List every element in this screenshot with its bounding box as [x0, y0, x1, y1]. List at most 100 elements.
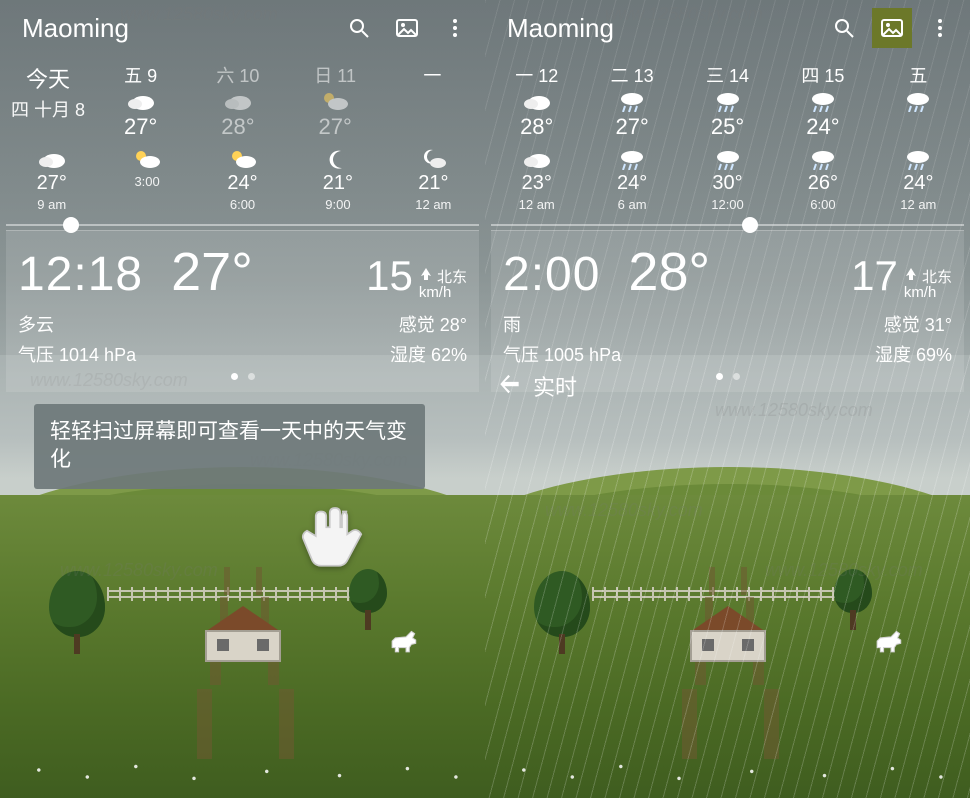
- weather-icon: [418, 148, 448, 170]
- app-bar: Maoming: [0, 0, 485, 56]
- horse: [868, 624, 912, 654]
- day-temp: 27°: [124, 114, 157, 140]
- more-button[interactable]: [920, 8, 960, 48]
- day-temp: 27°: [615, 114, 648, 140]
- wind-speed: 15: [366, 252, 413, 300]
- hour-temp: 24°: [227, 172, 257, 195]
- day-temp: 28°: [520, 114, 553, 140]
- horse: [383, 624, 427, 654]
- current-card[interactable]: 12:18 27° 15 北东 km/h 多云 感觉 28° 气压 1014 h…: [6, 230, 479, 392]
- current-time: 2:00: [503, 247, 600, 302]
- back-realtime[interactable]: 实时: [497, 370, 577, 402]
- day-column[interactable]: 五: [871, 62, 966, 144]
- hint-tooltip: 轻轻扫过屏幕即可查看一天中的天气变化: [34, 404, 425, 489]
- hour-label: 6:00: [810, 197, 835, 212]
- day-column[interactable]: 三 1425°: [680, 62, 775, 144]
- hour-temp: 27°: [37, 172, 67, 195]
- condition-text: 雨: [503, 311, 521, 337]
- wind-arrow-icon: [904, 266, 918, 280]
- day-column[interactable]: 一: [384, 62, 481, 144]
- hour-column[interactable]: 24° 12 am: [871, 148, 966, 222]
- hour-temp: 24°: [903, 172, 933, 195]
- hour-label: 12 am: [900, 197, 936, 212]
- tree: [834, 569, 872, 630]
- daily-forecast[interactable]: 今天 四 十月 8 五 9 27° 六 1028° 日 11 27° 一: [0, 56, 485, 144]
- day-column[interactable]: 日 11 27°: [287, 62, 384, 144]
- scenery-button[interactable]: [872, 8, 912, 48]
- weather-icon: [713, 90, 743, 112]
- weather-icon: [808, 148, 838, 170]
- wind-speed: 17: [851, 252, 898, 300]
- humidity-value: 69%: [916, 345, 952, 365]
- hour-label: 12 am: [519, 197, 555, 212]
- hour-column[interactable]: 3:00: [99, 148, 194, 222]
- wind-unit: km/h: [904, 284, 937, 301]
- more-button[interactable]: [435, 8, 475, 48]
- hour-temp: 21°: [418, 172, 448, 195]
- app-bar: Maoming: [485, 0, 970, 56]
- tree: [49, 571, 105, 654]
- today-label: 今天: [4, 62, 92, 94]
- hour-column[interactable]: 21°9:00: [290, 148, 385, 222]
- day-column[interactable]: 五 9 27°: [92, 62, 189, 144]
- search-button[interactable]: [339, 8, 379, 48]
- pressure-value: 1005 hPa: [544, 345, 621, 365]
- wind-block: 15 北东 km/h: [366, 252, 467, 300]
- hour-label: 6 am: [618, 197, 647, 212]
- hour-temp: 21°: [323, 172, 353, 195]
- today-date: 四 十月 8: [4, 96, 92, 122]
- weather-icon: [903, 148, 933, 170]
- today-block[interactable]: 今天 四 十月 8: [4, 62, 92, 144]
- right-screen: www.12580sky.com www.12580sky.com www.12…: [485, 0, 970, 798]
- weather-icon: [903, 90, 933, 112]
- hour-temp: 23°: [522, 172, 552, 195]
- hour-label: 9 am: [37, 197, 66, 212]
- daily-forecast[interactable]: 一 1228°二 1327°三 1425°四 1524°五: [485, 56, 970, 144]
- time-scrubber[interactable]: [491, 224, 964, 226]
- day-temp: 25°: [711, 114, 744, 140]
- hour-label: 6:00: [230, 197, 255, 212]
- day-label: 日 11: [314, 62, 356, 88]
- left-screen: www.12580sky.com www.12580sky.com www.12…: [0, 0, 485, 798]
- scenery-button[interactable]: [387, 8, 427, 48]
- hourly-forecast[interactable]: 27°9 am3:0024°6:0021°9:0021°12 am: [0, 144, 485, 224]
- hour-column[interactable]: 27° 9 am: [4, 148, 99, 222]
- pager-dots[interactable]: [18, 373, 467, 380]
- feels-like: 31°: [925, 315, 952, 335]
- day-column[interactable]: 一 1228°: [489, 62, 584, 144]
- hour-label: 12 am: [415, 197, 451, 212]
- hour-column[interactable]: 24°6 am: [584, 148, 679, 222]
- city-name[interactable]: Maoming: [22, 13, 331, 44]
- hour-column[interactable]: 26°6:00: [775, 148, 870, 222]
- weather-icon: [617, 148, 647, 170]
- weather-icon: [228, 148, 258, 170]
- time-scrubber[interactable]: [6, 224, 479, 226]
- search-button[interactable]: [824, 8, 864, 48]
- flowers: [485, 728, 970, 798]
- hour-column[interactable]: 23° 12 am: [489, 148, 584, 222]
- current-temp: 27°: [171, 241, 253, 303]
- hand-pointer-icon: [300, 500, 370, 572]
- day-column[interactable]: 四 1524°: [775, 62, 870, 144]
- day-label: 五 9: [124, 62, 157, 88]
- day-temp: 27°: [318, 114, 351, 140]
- hour-label: 12:00: [711, 197, 744, 212]
- weather-icon: [320, 90, 350, 112]
- hourly-forecast[interactable]: 23° 12 am 24°6 am30°12:0026°6:00 24° 12 am: [485, 144, 970, 224]
- current-card[interactable]: 2:00 28° 17 北东 km/h 雨 感觉 31° 气压 1005 hPa…: [491, 230, 964, 392]
- hour-column[interactable]: 30°12:00: [680, 148, 775, 222]
- weather-icon: [617, 90, 647, 112]
- condition-text: 多云: [18, 311, 54, 337]
- weather-icon: [522, 90, 552, 112]
- weather-icon: [713, 148, 743, 170]
- city-name[interactable]: Maoming: [507, 13, 816, 44]
- hour-column[interactable]: 24° 6:00: [195, 148, 290, 222]
- back-arrow-icon: [497, 370, 523, 402]
- tree: [349, 569, 387, 630]
- day-column[interactable]: 六 1028°: [189, 62, 286, 144]
- day-column[interactable]: 二 1327°: [584, 62, 679, 144]
- current-time: 12:18: [18, 247, 143, 302]
- humidity-value: 62%: [431, 345, 467, 365]
- house: [690, 606, 766, 662]
- hour-column[interactable]: 21° 12 am: [386, 148, 481, 222]
